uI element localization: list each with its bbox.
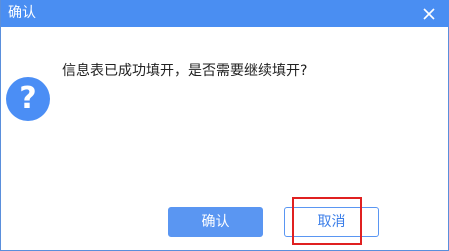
dialog-message: 信息表已成功填开，是否需要继续填开? xyxy=(62,63,308,79)
question-icon: ? xyxy=(6,77,50,121)
close-button[interactable] xyxy=(416,0,442,27)
question-mark-glyph: ? xyxy=(19,81,37,116)
confirm-dialog: 确认 ? 信息表已成功填开，是否需要继续填开? 确认 取消 xyxy=(0,0,449,251)
close-icon xyxy=(423,7,435,20)
dialog-title: 确认 xyxy=(8,5,36,21)
confirm-button[interactable]: 确认 xyxy=(168,207,263,237)
cancel-button[interactable]: 取消 xyxy=(284,207,379,237)
dialog-titlebar: 确认 xyxy=(1,0,449,27)
